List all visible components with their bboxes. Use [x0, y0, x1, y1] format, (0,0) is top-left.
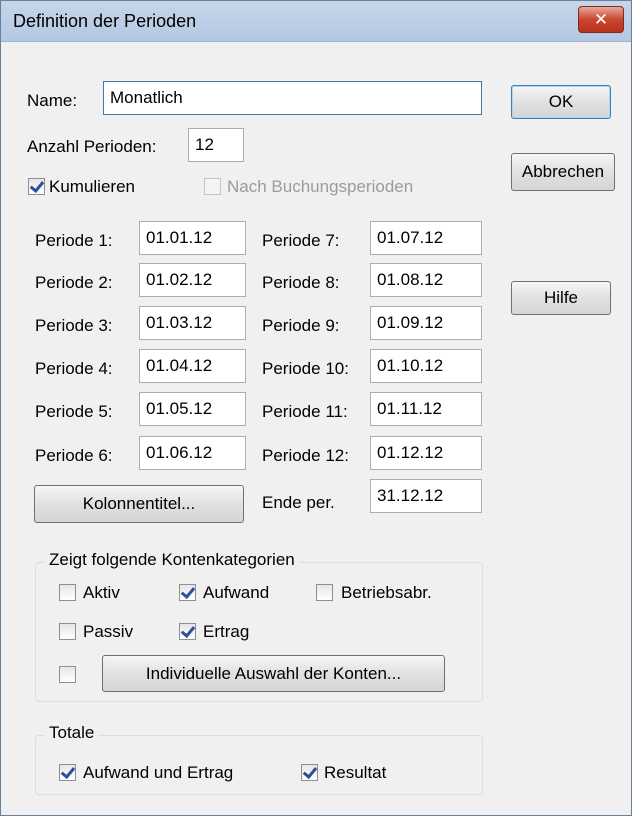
individual-selection-button-label: Individuelle Auswahl der Konten...: [145, 663, 402, 683]
period-1-label: Periode 1:: [35, 231, 113, 250]
ertrag-checkbox[interactable]: [179, 623, 196, 640]
period-6-label: Periode 6:: [35, 446, 113, 465]
aufwand-ertrag-checkbox[interactable]: [59, 764, 76, 781]
resultat-checkbox[interactable]: [301, 764, 318, 781]
column-titles-button-label: Kolonnentitel...: [82, 494, 196, 513]
close-icon: ✕: [593, 9, 609, 29]
aufwand-label: Aufwand: [203, 583, 270, 602]
resultat-label: Resultat: [324, 763, 387, 782]
name-input[interactable]: Monatlich: [103, 81, 482, 115]
ertrag-label: Ertrag: [203, 622, 250, 641]
aufwand-ertrag-label: Aufwand und Ertrag: [83, 763, 234, 782]
window-title: Definition der Perioden: [13, 11, 197, 31]
period-4-label: Periode 4:: [35, 359, 113, 378]
kumulieren-checkbox[interactable]: [28, 178, 45, 195]
period-10-label: Periode 10:: [262, 359, 349, 378]
period-8-label: Periode 8:: [262, 273, 340, 292]
period-11-input[interactable]: 01.11.12: [370, 392, 482, 426]
name-label: Name:: [27, 91, 78, 110]
period-7-input[interactable]: 01.07.12: [370, 221, 482, 255]
title-bar[interactable]: Definition der Perioden ✕: [1, 1, 631, 42]
buchungsperioden-checkbox[interactable]: [204, 178, 221, 195]
period-1-input[interactable]: 01.01.12: [139, 221, 246, 255]
aktiv-label: Aktiv: [83, 583, 120, 602]
period-count-input[interactable]: 12: [188, 128, 244, 162]
period-8-input[interactable]: 01.08.12: [370, 263, 482, 297]
period-6-input[interactable]: 01.06.12: [139, 436, 246, 470]
cancel-button-label: Abbrechen: [521, 162, 605, 181]
betriebsabr-label: Betriebsabr.: [341, 583, 432, 602]
period-7-label: Periode 7:: [262, 231, 340, 250]
period-12-input[interactable]: 01.12.12: [370, 436, 482, 470]
period-9-label: Periode 9:: [262, 316, 340, 335]
aufwand-checkbox[interactable]: [179, 584, 196, 601]
close-button[interactable]: ✕: [578, 6, 624, 33]
period-9-input[interactable]: 01.09.12: [370, 306, 482, 340]
kumulieren-label: Kumulieren: [49, 177, 135, 196]
dialog-window: Definition der Perioden ✕ Name: Monatlic…: [0, 0, 632, 816]
ok-button[interactable]: OK: [511, 85, 611, 119]
period-11-label: Periode 11:: [262, 402, 348, 421]
passiv-label: Passiv: [83, 622, 134, 641]
aktiv-checkbox[interactable]: [59, 584, 76, 601]
period-3-input[interactable]: 01.03.12: [139, 306, 246, 340]
period-10-input[interactable]: 01.10.12: [370, 349, 482, 383]
passiv-checkbox[interactable]: [59, 623, 76, 640]
period-12-label: Periode 12:: [262, 446, 349, 465]
period-count-label: Anzahl Perioden:: [27, 137, 157, 156]
period-2-label: Periode 2:: [35, 273, 113, 292]
individual-accounts-checkbox[interactable]: [59, 666, 76, 683]
help-button[interactable]: Hilfe: [511, 281, 611, 315]
cancel-button[interactable]: Abbrechen: [511, 153, 615, 191]
period-3-label: Periode 3:: [35, 316, 113, 335]
totals-group-title: Totale: [45, 723, 99, 743]
period-5-input[interactable]: 01.05.12: [139, 392, 246, 426]
end-period-label: Ende per.: [262, 493, 335, 512]
categories-group-title: Zeigt folgende Kontenkategorien: [45, 550, 299, 570]
period-5-label: Periode 5:: [35, 402, 113, 421]
period-2-input[interactable]: 01.02.12: [139, 263, 246, 297]
ok-button-label: OK: [548, 92, 574, 111]
betriebsabr-checkbox[interactable]: [316, 584, 333, 601]
end-period-input[interactable]: 31.12.12: [370, 479, 482, 513]
individual-selection-button[interactable]: Individuelle Auswahl der Konten...: [102, 655, 445, 692]
period-4-input[interactable]: 01.04.12: [139, 349, 246, 383]
column-titles-button[interactable]: Kolonnentitel...: [34, 485, 244, 523]
help-button-label: Hilfe: [543, 288, 578, 307]
buchungsperioden-label: Nach Buchungsperioden: [227, 177, 414, 196]
